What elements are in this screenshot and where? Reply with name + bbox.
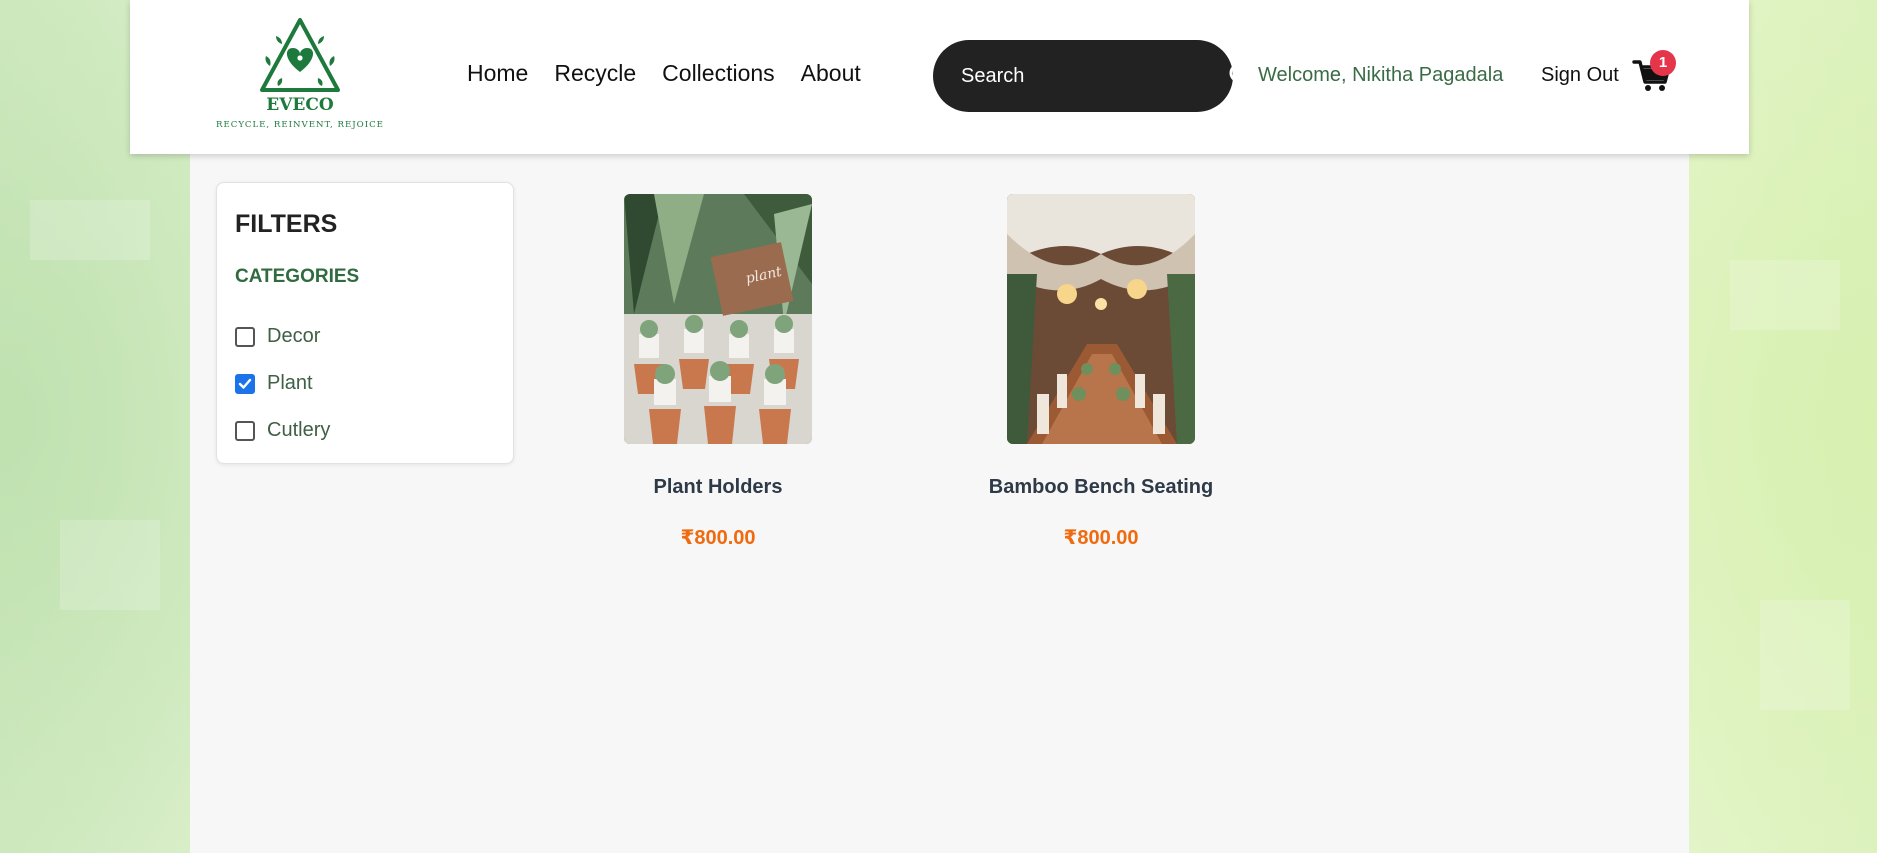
filters-title: FILTERS [235,210,338,238]
product-price: ₹800.00 [1063,527,1139,549]
background-texture [30,200,150,260]
category-label: Cutlery [267,419,331,441]
sign-out-link[interactable]: Sign Out [1541,64,1619,87]
search-bar [933,40,1255,112]
background-texture [1760,600,1850,710]
product-image-plant-holders[interactable]: plant [624,194,812,444]
welcome-message: Welcome, Nikitha Pagadala [1258,64,1504,86]
categories-title: CATEGORIES [235,266,360,287]
category-cutlery[interactable]: Cutlery [235,419,330,442]
category-decor[interactable]: Decor [235,325,320,348]
product-name[interactable]: Bamboo Bench Seating [971,476,1231,499]
category-label: Plant [267,372,313,394]
brand-name: EVECO [266,95,334,115]
search-input[interactable] [959,63,1228,89]
category-label: Decor [267,325,321,347]
product-price: ₹800.00 [680,527,756,549]
search-icon[interactable] [1228,62,1256,90]
decor-checkbox[interactable] [235,326,255,347]
nav-collections[interactable]: Collections [662,60,775,87]
category-plant[interactable]: Plant [235,372,313,395]
background-texture [1730,260,1840,330]
product-card[interactable]: plant Plant Holders ₹800.00 [588,194,848,550]
nav-home[interactable]: Home [467,60,528,87]
product-name[interactable]: Plant Holders [588,476,848,499]
background-texture [60,520,160,610]
brand-tagline: RECYCLE, REINVENT, REJOICE [216,120,384,130]
plant-checkbox[interactable] [235,373,255,394]
eveco-logo[interactable]: EVECO RECYCLE, REINVENT, REJOICE [212,14,387,132]
product-card[interactable]: Bamboo Bench Seating ₹800.00 [971,194,1231,550]
cutlery-checkbox[interactable] [235,420,255,441]
product-image-bamboo-bench[interactable] [1007,194,1195,444]
nav-about[interactable]: About [801,60,861,87]
filters-panel: FILTERS CATEGORIES Decor Plant Cutlery [216,182,514,464]
nav-recycle[interactable]: Recycle [554,60,636,87]
checkmark-icon [238,378,252,389]
main-nav: Home Recycle Collections About [467,60,887,87]
cart-count-badge: 1 [1650,50,1676,76]
header-navbar: EVECO RECYCLE, REINVENT, REJOICE Home Re… [130,0,1749,154]
